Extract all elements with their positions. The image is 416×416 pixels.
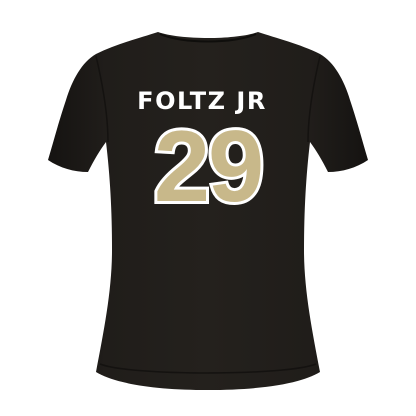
player-number: 29 xyxy=(154,111,262,223)
product-image: FOLTZ JR 29 29 xyxy=(0,0,416,416)
tshirt-graphic: FOLTZ JR 29 29 xyxy=(48,32,368,390)
